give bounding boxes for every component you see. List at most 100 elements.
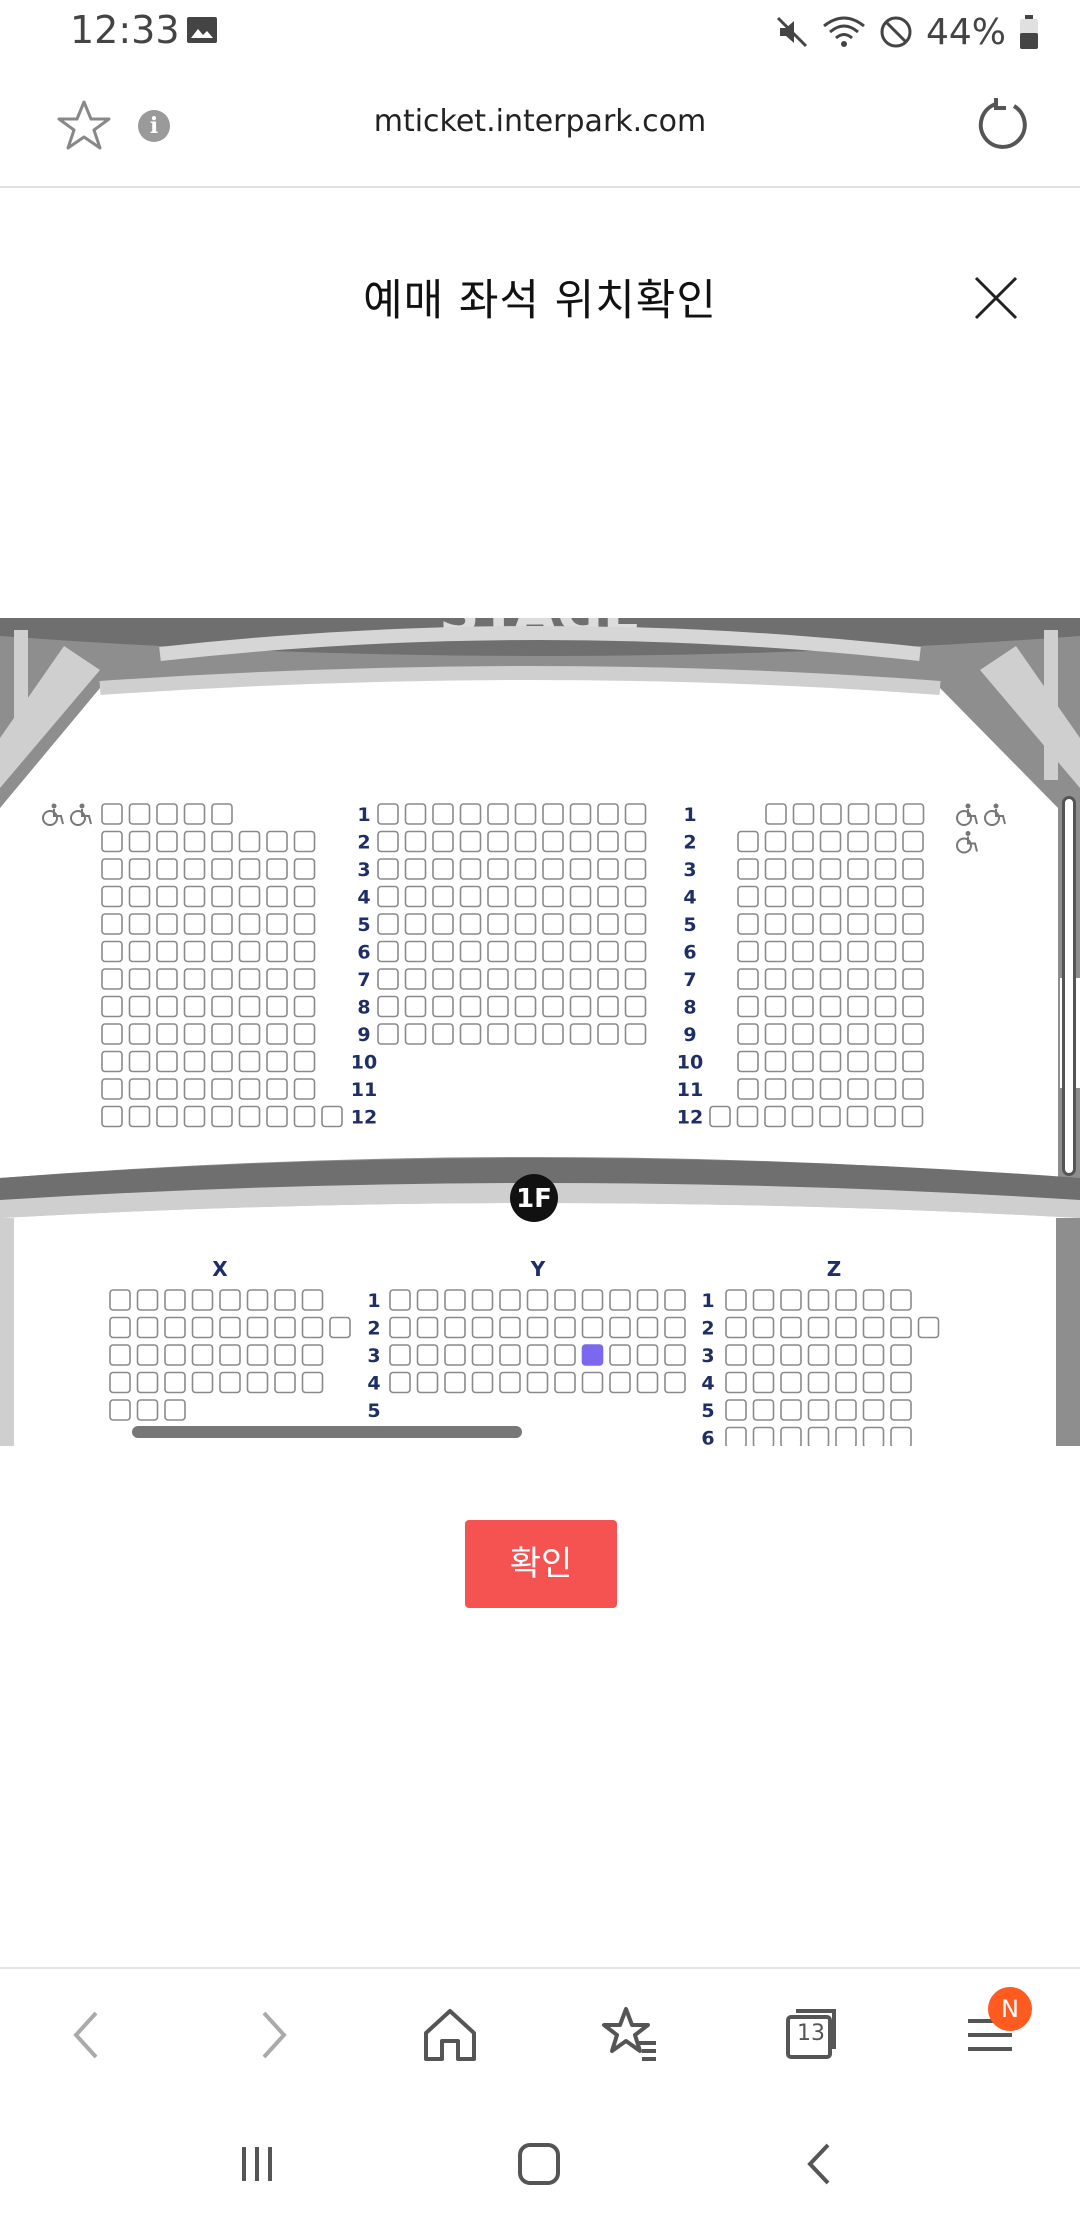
seat[interactable] <box>191 1344 214 1366</box>
seat[interactable] <box>624 830 647 853</box>
seat[interactable] <box>862 1399 885 1421</box>
seat[interactable] <box>377 913 399 935</box>
seat[interactable] <box>377 830 399 853</box>
seat[interactable] <box>554 1289 576 1311</box>
seat[interactable] <box>377 858 399 880</box>
seat[interactable] <box>874 1050 897 1073</box>
seat[interactable] <box>725 1371 747 1394</box>
seat[interactable] <box>542 995 564 1018</box>
seat[interactable] <box>156 913 178 935</box>
seat[interactable] <box>293 940 316 963</box>
seat[interactable] <box>101 1023 123 1045</box>
seat[interactable] <box>211 885 233 908</box>
seat[interactable] <box>416 1344 439 1366</box>
seat[interactable] <box>862 1316 885 1339</box>
seat[interactable] <box>211 858 233 880</box>
seat[interactable] <box>499 1371 521 1394</box>
seat[interactable] <box>444 1316 466 1339</box>
seat[interactable] <box>514 1023 537 1045</box>
seat[interactable] <box>109 1371 131 1394</box>
seat[interactable] <box>246 1289 269 1311</box>
seat[interactable] <box>471 1289 494 1311</box>
seat[interactable] <box>183 995 206 1018</box>
seat[interactable] <box>792 968 814 990</box>
seat[interactable] <box>156 1078 178 1100</box>
seat[interactable] <box>211 995 233 1018</box>
seat[interactable] <box>554 1344 576 1366</box>
seat[interactable] <box>293 1105 316 1128</box>
address-bar-url[interactable]: mticket.interpark.com <box>0 104 1080 139</box>
seat[interactable] <box>238 858 261 880</box>
seat-map[interactable]: STAGE 1F X Y Z 1122334455667788991010111… <box>0 618 1080 1446</box>
seat[interactable] <box>109 1289 131 1311</box>
seat[interactable] <box>902 995 924 1018</box>
seat[interactable] <box>301 1344 324 1366</box>
seat[interactable] <box>109 1344 131 1366</box>
seat[interactable] <box>874 830 897 853</box>
seat[interactable] <box>101 858 123 880</box>
seat[interactable] <box>737 1050 759 1073</box>
seat[interactable] <box>246 1344 269 1366</box>
seat[interactable] <box>266 1105 288 1128</box>
seat[interactable] <box>581 1371 604 1394</box>
seat[interactable] <box>156 1050 178 1073</box>
seat[interactable] <box>764 913 787 935</box>
seat[interactable] <box>752 1371 775 1394</box>
seat[interactable] <box>238 1105 261 1128</box>
seat[interactable] <box>780 1371 802 1394</box>
seat[interactable] <box>404 803 427 825</box>
seat[interactable] <box>459 913 482 935</box>
seat[interactable] <box>211 1078 233 1100</box>
seat[interactable] <box>128 830 151 853</box>
seat[interactable] <box>526 1344 549 1366</box>
seat[interactable] <box>514 885 537 908</box>
seat[interactable] <box>136 1316 159 1339</box>
seat[interactable] <box>792 913 814 935</box>
seat[interactable] <box>725 1316 747 1339</box>
seat[interactable] <box>101 885 123 908</box>
seat[interactable] <box>183 913 206 935</box>
seat[interactable] <box>238 940 261 963</box>
seat[interactable] <box>597 940 619 963</box>
seat[interactable] <box>835 1344 857 1366</box>
seat[interactable] <box>835 1371 857 1394</box>
seat[interactable] <box>636 1289 659 1311</box>
seat[interactable] <box>101 913 123 935</box>
seat[interactable] <box>835 1426 857 1447</box>
seat[interactable] <box>901 1105 924 1128</box>
seat[interactable] <box>183 830 206 853</box>
seat[interactable] <box>664 1289 686 1311</box>
seat[interactable] <box>890 1316 912 1339</box>
seat[interactable] <box>191 1289 214 1311</box>
seat[interactable] <box>246 1371 269 1394</box>
seat[interactable] <box>293 858 316 880</box>
seat[interactable] <box>874 913 897 935</box>
seat[interactable] <box>101 968 123 990</box>
seat[interactable] <box>301 1371 324 1394</box>
seat[interactable] <box>499 1289 521 1311</box>
close-icon[interactable] <box>970 272 1022 324</box>
seat[interactable] <box>444 1371 466 1394</box>
seat[interactable] <box>293 830 316 853</box>
seat[interactable] <box>554 1371 576 1394</box>
seat[interactable] <box>526 1371 549 1394</box>
seat[interactable] <box>874 1078 897 1100</box>
seat[interactable] <box>293 885 316 908</box>
seat[interactable] <box>542 803 564 825</box>
seat[interactable] <box>136 1289 159 1311</box>
seat[interactable] <box>432 913 454 935</box>
seat[interactable] <box>219 1371 241 1394</box>
seat[interactable] <box>128 885 151 908</box>
seat[interactable] <box>819 830 842 853</box>
seat[interactable] <box>792 830 814 853</box>
seat[interactable] <box>902 858 924 880</box>
seat[interactable] <box>764 940 787 963</box>
seat[interactable] <box>737 940 759 963</box>
seat[interactable] <box>459 940 482 963</box>
seat[interactable] <box>128 913 151 935</box>
seat[interactable] <box>293 995 316 1018</box>
seat[interactable] <box>128 968 151 990</box>
seat[interactable] <box>183 968 206 990</box>
seat[interactable] <box>487 995 509 1018</box>
seat[interactable] <box>211 940 233 963</box>
